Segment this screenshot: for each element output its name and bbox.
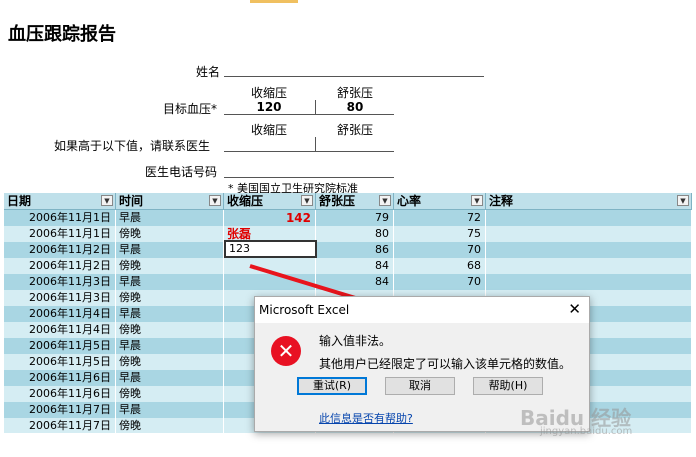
dialog-message-secondary: 其他用户已经限定了可以输入该单元格的数值。 [319, 357, 572, 371]
dialog-titlebar: Microsoft Excel ✕ [255, 297, 589, 323]
dialog-title: Microsoft Excel [259, 303, 350, 317]
watermark-url: jingyan.baidu.com [540, 426, 633, 437]
error-icon: ✕ [271, 336, 301, 366]
help-button[interactable]: 帮助(H) [473, 377, 543, 395]
dialog-message-primary: 输入值非法。 [319, 334, 392, 348]
feedback-link[interactable]: 此信息是否有帮助? [319, 410, 413, 426]
retry-button[interactable]: 重试(R) [297, 377, 367, 395]
close-icon[interactable]: ✕ [568, 300, 581, 318]
cancel-button[interactable]: 取消 [385, 377, 455, 395]
